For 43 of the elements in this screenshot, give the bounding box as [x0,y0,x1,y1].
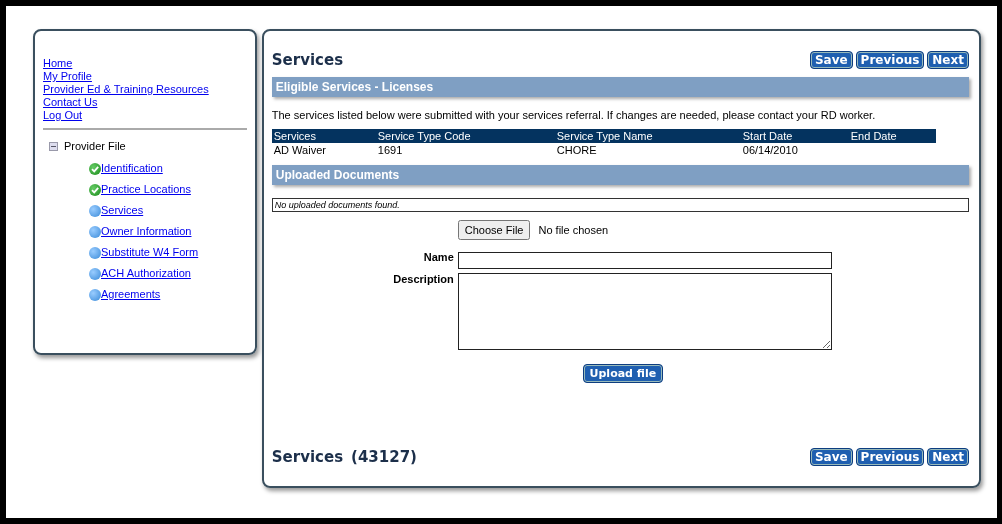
section-header: Uploaded Documents [271,165,969,185]
name-input[interactable] [457,252,832,269]
section-header: Eligible Services - Licenses [271,77,969,97]
table-cell: 06/14/2010 [740,143,849,157]
upload-file-button[interactable]: Upload file [582,364,664,383]
nav-link[interactable]: Home [43,57,73,70]
field-label: Name [422,250,454,263]
nav-button[interactable]: Previous [855,51,925,69]
nav-link[interactable]: My Profile [43,70,92,83]
choose-file-button[interactable]: Choose File [457,220,531,240]
tree-link[interactable]: Services [101,204,144,217]
nav-button[interactable]: Previous [855,448,925,466]
page-title: Services [271,51,344,69]
tree-link[interactable]: Substitute W4 Form [101,246,199,259]
table-cell: CHORE [554,143,741,157]
collapse-icon[interactable] [49,141,58,151]
column-header: Start Date [740,129,849,143]
nav-link[interactable]: Provider Ed & Training Resources [43,83,209,96]
nav-button[interactable]: Next [927,448,969,466]
nav-button[interactable]: Save [809,448,853,466]
tree-link[interactable]: Identification [101,162,163,175]
nav-button[interactable]: Next [927,51,969,69]
column-header: End Date [848,129,936,143]
nav-button[interactable]: Save [809,51,853,69]
info-text: The services listed below were submitted with your services referral. If changes are needed, please contact your RD worker. [271,109,877,121]
column-header: Service Type Code [375,129,555,143]
table-cell: 1691 [375,143,555,157]
field-label: Description [392,273,454,285]
record-id: (43127) [351,448,417,466]
description-input[interactable] [457,273,832,350]
column-header: Services [271,129,376,143]
tree-link[interactable]: Owner Information [101,225,192,238]
page-title: Services [271,448,344,466]
tree-link[interactable]: Practice Locations [101,183,191,196]
file-status: No file chosen [538,224,609,236]
tree-link[interactable]: Agreements [101,288,161,301]
empty-message: No uploaded documents found. [271,198,969,212]
tree-label: Provider File [64,140,126,152]
column-header: Service Type Name [554,129,741,143]
tree-link[interactable]: ACH Authorization [101,267,191,280]
table-cell: AD Waiver [271,143,376,157]
nav-link[interactable]: Contact Us [43,96,98,109]
nav-link[interactable]: Log Out [43,109,83,122]
